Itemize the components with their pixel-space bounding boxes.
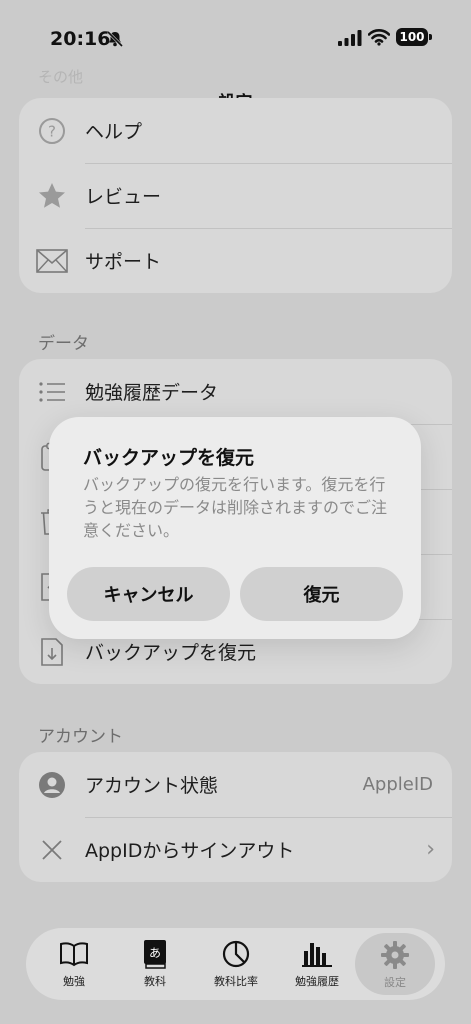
support-label: サポート — [85, 251, 162, 273]
svg-text:あ: あ — [149, 946, 161, 960]
cancel-button[interactable]: キャンセル — [67, 567, 230, 621]
sign-out-row[interactable]: AppIDからサインアウト › — [19, 817, 452, 882]
study-history-data-row[interactable]: 勉強履歴データ — [19, 359, 452, 424]
book-icon — [59, 939, 89, 969]
tab-subjects[interactable]: あ 教科 — [115, 928, 195, 1000]
dialog-title: バックアップを復元 — [83, 447, 255, 469]
svg-text:?: ? — [48, 122, 56, 140]
list-icon — [36, 376, 68, 408]
account-status-label: アカウント状態 — [85, 775, 219, 797]
tab-study-history[interactable]: 勉強履歴 — [277, 928, 357, 1000]
star-icon — [36, 180, 68, 212]
tab-settings[interactable]: 設定 — [355, 933, 435, 995]
tab-study-label: 勉強 — [63, 975, 85, 988]
account-status-row[interactable]: アカウント状態 AppleID — [19, 752, 452, 817]
question-circle-icon: ? — [36, 115, 68, 147]
dialog-message: バックアップの復元を行います。復元を行うと現在のデータは削除されますのでご注意く… — [83, 475, 388, 540]
tab-study-history-label: 勉強履歴 — [295, 975, 339, 988]
other-group: ? ヘルプ レビュー サポート — [19, 98, 452, 293]
study-history-data-label: 勉強履歴データ — [85, 382, 219, 404]
restore-button[interactable]: 復元 — [240, 567, 403, 621]
support-row[interactable]: サポート — [19, 228, 452, 293]
account-group: アカウント状態 AppleID AppIDからサインアウト › — [19, 752, 452, 882]
pie-chart-icon — [221, 939, 251, 969]
section-header-other: その他 — [38, 68, 84, 86]
status-bar: 20:16 100 — [0, 0, 471, 72]
help-label: ヘルプ — [85, 121, 143, 143]
gear-icon — [380, 940, 410, 970]
cellular-signal-icon — [338, 30, 362, 46]
tab-subjects-label: 教科 — [144, 975, 166, 988]
review-row[interactable]: レビュー — [19, 163, 452, 228]
bell-off-icon — [106, 30, 124, 48]
tab-bar: 勉強 あ 教科 教科比率 勉強履歴 設定 — [26, 928, 445, 1000]
status-time: 20:16 — [50, 28, 111, 50]
account-status-value: AppleID — [362, 774, 433, 795]
battery-indicator: 100 — [396, 28, 432, 46]
sign-out-label: AppIDからサインアウト — [85, 840, 295, 862]
envelope-icon — [36, 245, 68, 277]
subject-book-icon: あ — [140, 939, 170, 969]
help-row[interactable]: ? ヘルプ — [19, 98, 452, 163]
document-download-icon — [36, 636, 68, 668]
bar-chart-icon — [302, 939, 332, 969]
review-label: レビュー — [85, 186, 162, 208]
restore-backup-label: バックアップを復元 — [85, 642, 257, 664]
section-header-data: データ — [38, 334, 89, 354]
chevron-right-icon: › — [426, 837, 435, 862]
section-header-account: アカウント — [38, 727, 123, 747]
restore-backup-dialog: バックアップを復元 バックアップの復元を行います。復元を行うと現在のデータは削除… — [49, 417, 421, 639]
tab-subject-ratio[interactable]: 教科比率 — [196, 928, 276, 1000]
tab-settings-label: 設定 — [384, 976, 406, 989]
tab-subject-ratio-label: 教科比率 — [214, 975, 258, 988]
wifi-icon — [368, 29, 390, 46]
close-icon — [36, 834, 68, 866]
tab-study[interactable]: 勉強 — [34, 928, 114, 1000]
person-circle-icon — [36, 769, 68, 801]
